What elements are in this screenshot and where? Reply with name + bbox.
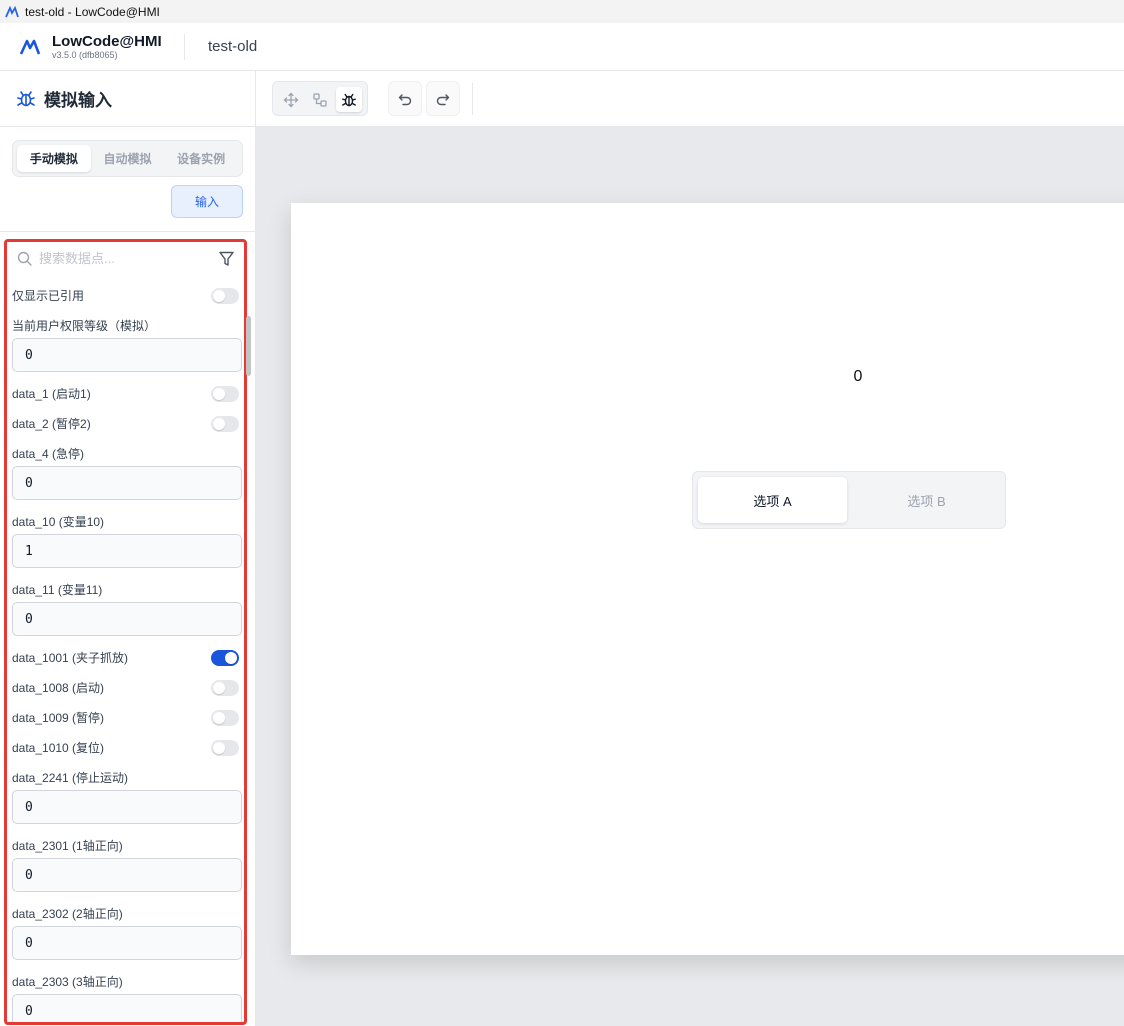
row-label: data_2303 (3轴正向) bbox=[12, 975, 123, 989]
data-1-row: data_1 (启动1) bbox=[12, 386, 241, 402]
data-1009-toggle[interactable] bbox=[211, 710, 239, 726]
datapoint-list: 仅显示已引用 当前用户权限等级（模拟） 0 data_1 (启动1) data_… bbox=[4, 239, 247, 1025]
permission-level-input[interactable]: 0 bbox=[12, 338, 242, 372]
window-title: test-old - LowCode@HMI bbox=[25, 4, 160, 19]
data-2301-input[interactable]: 0 bbox=[12, 858, 242, 892]
data-2241-row: data_2241 (停止运动) 0 bbox=[12, 771, 242, 824]
move-icon bbox=[283, 92, 299, 107]
data-10-row: data_10 (变量10) 1 bbox=[12, 515, 242, 568]
value-display[interactable]: 0 bbox=[846, 368, 870, 386]
project-name[interactable]: test-old bbox=[208, 38, 257, 55]
search-icon bbox=[17, 251, 32, 266]
data-11-row: data_11 (变量11) 0 bbox=[12, 583, 242, 636]
data-11-input[interactable]: 0 bbox=[12, 602, 242, 636]
input-button[interactable]: 输入 bbox=[171, 185, 243, 218]
data-2-toggle[interactable] bbox=[211, 416, 239, 432]
panel-divider bbox=[0, 231, 256, 232]
debug-icon bbox=[342, 93, 356, 106]
mode-tabs: 手动模拟 自动模拟 设备实例 bbox=[12, 140, 243, 177]
segment-option-b[interactable]: 选项 B bbox=[852, 477, 1001, 523]
row-label: data_1 (启动1) bbox=[12, 387, 91, 401]
data-1008-row: data_1008 (启动) bbox=[12, 680, 241, 696]
simulation-panel: 模拟输入 手动模拟 自动模拟 设备实例 输入 仅显示已引用 当前用户权限等级（模… bbox=[0, 71, 256, 1026]
search-input[interactable] bbox=[39, 246, 209, 270]
row-label: data_4 (急停) bbox=[12, 447, 85, 461]
redo-button[interactable] bbox=[426, 81, 460, 116]
undo-button[interactable] bbox=[388, 81, 422, 116]
row-label: 当前用户权限等级（模拟） bbox=[12, 319, 157, 333]
redo-icon bbox=[436, 93, 450, 105]
data-2-row: data_2 (暂停2) bbox=[12, 416, 241, 432]
hmi-page[interactable]: 0 选项 A 选项 B bbox=[291, 203, 1124, 955]
editor-toolbar bbox=[256, 71, 1124, 127]
tab-auto[interactable]: 自动模拟 bbox=[91, 145, 165, 172]
data-10-input[interactable]: 1 bbox=[12, 534, 242, 568]
brand: LowCode@HMI v3.5.0 (dfb8065) bbox=[52, 33, 182, 60]
brand-name: LowCode@HMI bbox=[52, 33, 162, 50]
segmented-control: 选项 A 选项 B bbox=[692, 471, 1006, 529]
panel-scrollbar[interactable] bbox=[246, 316, 251, 376]
data-4-input[interactable]: 0 bbox=[12, 466, 242, 500]
data-1010-toggle[interactable] bbox=[211, 740, 239, 756]
debug-button[interactable] bbox=[336, 87, 362, 112]
data-1010-row: data_1010 (复位) bbox=[12, 740, 241, 756]
connect-button[interactable] bbox=[307, 87, 333, 112]
connect-icon bbox=[313, 92, 327, 107]
window-titlebar: test-old - LowCode@HMI bbox=[0, 0, 1124, 23]
panel-title: 模拟输入 bbox=[44, 91, 112, 110]
app-header: LowCode@HMI v3.5.0 (dfb8065) test-old bbox=[0, 23, 1124, 71]
data-2303-row: data_2303 (3轴正向) 0 bbox=[12, 975, 242, 1022]
tab-manual[interactable]: 手动模拟 bbox=[17, 145, 91, 172]
bug-icon bbox=[17, 90, 35, 106]
segment-option-a[interactable]: 选项 A bbox=[698, 477, 847, 523]
row-label: data_1001 (夹子抓放) bbox=[12, 651, 129, 665]
row-label: data_2301 (1轴正向) bbox=[12, 839, 123, 853]
brand-logo-icon bbox=[19, 39, 41, 55]
tab-device-instance[interactable]: 设备实例 bbox=[164, 145, 238, 172]
data-4-row: data_4 (急停) 0 bbox=[12, 447, 242, 500]
undo-icon bbox=[398, 93, 412, 105]
data-2302-row: data_2302 (2轴正向) 0 bbox=[12, 907, 242, 960]
mode-button-group bbox=[272, 81, 368, 116]
design-canvas[interactable]: 0 选项 A 选项 B bbox=[256, 127, 1124, 1026]
header-divider bbox=[184, 33, 185, 60]
move-button[interactable] bbox=[278, 87, 304, 112]
only-referenced-toggle[interactable] bbox=[211, 288, 239, 304]
app-version: v3.5.0 (dfb8065) bbox=[52, 50, 118, 60]
data-1008-toggle[interactable] bbox=[211, 680, 239, 696]
data-1001-toggle[interactable] bbox=[211, 650, 239, 666]
row-label: 仅显示已引用 bbox=[12, 289, 85, 303]
search-bar bbox=[7, 242, 244, 274]
data-1009-row: data_1009 (暂停) bbox=[12, 710, 241, 726]
row-label: data_2241 (停止运动) bbox=[12, 771, 129, 785]
row-label: data_10 (变量10) bbox=[12, 515, 105, 529]
data-2301-row: data_2301 (1轴正向) 0 bbox=[12, 839, 242, 892]
data-2303-input[interactable]: 0 bbox=[12, 994, 242, 1022]
app-logo-icon bbox=[5, 5, 19, 17]
row-label: data_11 (变量11) bbox=[12, 583, 103, 597]
row-label: data_1010 (复位) bbox=[12, 741, 105, 755]
permission-level-row: 当前用户权限等级（模拟） 0 bbox=[12, 319, 242, 372]
row-label: data_2302 (2轴正向) bbox=[12, 907, 123, 921]
data-2241-input[interactable]: 0 bbox=[12, 790, 242, 824]
data-1001-row: data_1001 (夹子抓放) bbox=[12, 650, 241, 666]
only-referenced-row: 仅显示已引用 bbox=[12, 288, 241, 304]
data-1-toggle[interactable] bbox=[211, 386, 239, 402]
row-label: data_1008 (启动) bbox=[12, 681, 105, 695]
panel-header: 模拟输入 bbox=[0, 71, 255, 127]
row-label: data_2 (暂停2) bbox=[12, 417, 91, 431]
filter-icon[interactable] bbox=[218, 250, 235, 267]
data-2302-input[interactable]: 0 bbox=[12, 926, 242, 960]
row-label: data_1009 (暂停) bbox=[12, 711, 105, 725]
toolbar-divider bbox=[472, 83, 473, 115]
